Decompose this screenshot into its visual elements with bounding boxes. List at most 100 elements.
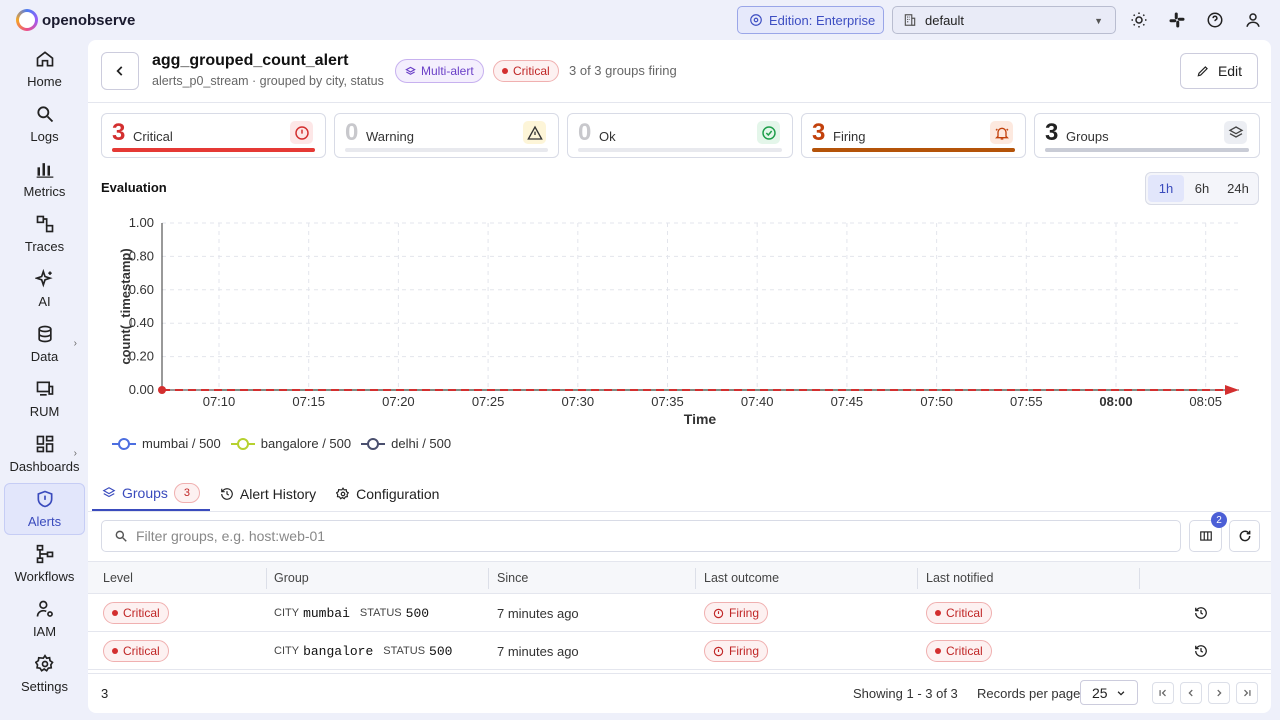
sidebar-item-logs[interactable]: Logs — [4, 98, 85, 150]
records-per-page-value: 25 — [1092, 684, 1108, 701]
logo-mark-icon — [16, 9, 38, 31]
column-header-last-notified[interactable]: Last notified — [926, 571, 993, 585]
sidebar-item-workflows[interactable]: Workflows — [4, 538, 85, 590]
legend-item-bangalore[interactable]: bangalore / 500 — [230, 436, 351, 451]
sidebar-item-dashboards[interactable]: Dashboards › — [4, 428, 85, 480]
shield-alert-icon — [37, 490, 52, 508]
row-history-button[interactable] — [1194, 602, 1208, 624]
legend-marker-icon — [361, 437, 386, 450]
range-24h[interactable]: 24h — [1220, 175, 1256, 202]
sidebar-item-traces[interactable]: Traces — [4, 208, 85, 260]
history-icon — [1195, 645, 1207, 657]
back-button[interactable] — [101, 52, 139, 90]
check-circle-icon — [757, 121, 780, 144]
since-cell: 7 minutes ago — [497, 605, 579, 621]
theme-toggle-icon[interactable] — [1129, 10, 1149, 30]
help-icon[interactable] — [1205, 10, 1225, 30]
slack-icon[interactable] — [1167, 10, 1187, 30]
filter-placeholder: Filter groups, e.g. host:web-01 — [136, 528, 326, 544]
next-page-button[interactable] — [1208, 682, 1230, 704]
brand-logo[interactable]: openobserve — [16, 9, 135, 31]
sidebar-item-ai[interactable]: AI — [4, 263, 85, 315]
table-row[interactable]: Critical CITY bangalore STATUS 500 7 minut… — [88, 632, 1271, 670]
legend-item-delhi[interactable]: delhi / 500 — [361, 436, 451, 451]
x-tick-label: 07:50 — [920, 394, 953, 409]
detail-tabs: Groups 3 Alert History Configuration — [92, 477, 449, 511]
x-axis-title: Time — [684, 411, 717, 427]
legend-item-mumbai[interactable]: mumbai / 500 — [112, 436, 221, 451]
search-icon — [115, 530, 127, 542]
tab-configuration[interactable]: Configuration — [326, 477, 449, 511]
sparkle-icon — [34, 269, 53, 288]
critical-dot-icon — [935, 648, 941, 654]
tab-alert-history[interactable]: Alert History — [210, 477, 326, 511]
org-selector[interactable]: default ▼ — [892, 6, 1116, 34]
tab-groups[interactable]: Groups 3 — [92, 477, 210, 511]
legend-label: mumbai / 500 — [142, 436, 221, 451]
stat-critical[interactable]: 3 Critical — [101, 113, 326, 158]
columns-button[interactable]: 2 — [1189, 512, 1227, 552]
sidebar-item-home[interactable]: Home — [4, 43, 85, 95]
edit-label: Edit — [1217, 63, 1243, 79]
stat-warning[interactable]: 0 Warning — [334, 113, 559, 158]
threshold-arrow — [1225, 385, 1239, 395]
records-per-page-select[interactable]: 25 — [1080, 680, 1138, 705]
previous-page-button[interactable] — [1180, 682, 1202, 704]
stat-bar — [812, 148, 1015, 152]
workflow-icon — [36, 544, 53, 564]
chevron-left-icon — [116, 66, 123, 76]
multi-alert-label: Multi-alert — [421, 64, 474, 78]
threshold-start-point — [158, 386, 166, 394]
column-header-level[interactable]: Level — [103, 571, 133, 585]
row-history-button[interactable] — [1194, 640, 1208, 662]
x-tick-label: 07:35 — [651, 394, 684, 409]
sidebar-item-label: Home — [27, 74, 62, 89]
sidebar-item-label: Dashboards — [9, 459, 80, 474]
group-filter-input[interactable]: Filter groups, e.g. host:web-01 — [101, 520, 1181, 552]
range-1h[interactable]: 1h — [1148, 175, 1184, 202]
column-header-last-outcome[interactable]: Last outcome — [704, 571, 779, 585]
table-row[interactable]: Critical CITY mumbai STATUS 500 7 minutes … — [88, 594, 1271, 632]
sidebar-item-label: Data — [30, 349, 59, 364]
sidebar-item-alerts[interactable]: Alerts — [4, 483, 85, 535]
column-header-since[interactable]: Since — [497, 571, 528, 585]
edit-button[interactable]: Edit — [1180, 53, 1258, 89]
sidebar-item-iam[interactable]: IAM — [4, 593, 85, 645]
alert-circle-icon — [713, 646, 724, 656]
warning-triangle-icon — [523, 121, 546, 144]
group-key: STATUS — [383, 645, 426, 657]
sidebar-item-rum[interactable]: RUM — [4, 373, 85, 425]
stat-firing[interactable]: 3 Firing — [801, 113, 1026, 158]
stat-bar-fill — [112, 148, 315, 152]
traces-icon — [36, 215, 53, 233]
bar-chart-icon — [36, 163, 53, 178]
range-6h[interactable]: 6h — [1184, 175, 1220, 202]
stat-bar — [345, 148, 548, 152]
chart-legend: mumbai / 500 bangalore / 500 delhi / 500 — [112, 436, 451, 451]
stat-bar-fill — [812, 148, 1015, 152]
sidebar-item-settings[interactable]: Settings — [4, 648, 85, 700]
building-icon — [904, 14, 916, 26]
column-divider — [266, 568, 267, 589]
stat-groups[interactable]: 3 Groups — [1034, 113, 1260, 158]
legend-marker-icon — [230, 437, 255, 450]
stat-ok[interactable]: 0 Ok — [567, 113, 793, 158]
first-page-button[interactable] — [1152, 682, 1174, 704]
tabs-divider — [88, 511, 1271, 512]
sidebar-item-metrics[interactable]: Metrics — [4, 153, 85, 205]
pencil-icon — [1197, 66, 1208, 77]
chevron-right-icon — [1217, 689, 1222, 697]
level-badge: Critical — [103, 602, 169, 624]
column-header-group[interactable]: Group — [274, 571, 309, 585]
level-badge: Critical — [103, 640, 169, 662]
critical-dot-icon — [502, 68, 508, 74]
user-icon[interactable] — [1243, 10, 1263, 30]
stat-bar — [1045, 148, 1249, 152]
notified-label: Critical — [946, 606, 983, 620]
edition-button[interactable]: Edition: Enterprise — [737, 6, 884, 34]
sidebar-item-data[interactable]: Data › — [4, 318, 85, 370]
since-cell: 7 minutes ago — [497, 643, 579, 659]
refresh-button[interactable] — [1229, 520, 1260, 552]
last-page-button[interactable] — [1236, 682, 1258, 704]
search-icon — [36, 106, 53, 123]
